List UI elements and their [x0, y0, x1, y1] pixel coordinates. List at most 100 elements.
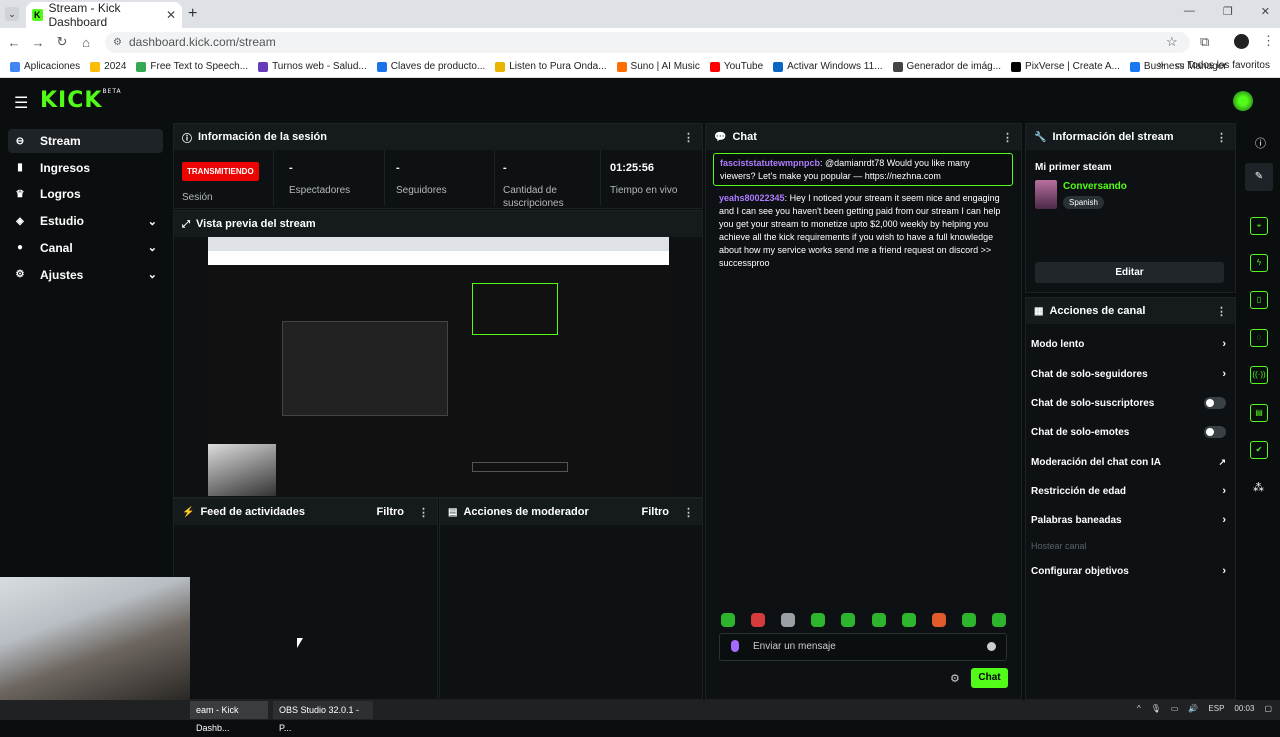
channel-action-item[interactable]: Chat de solo-seguidores › — [1031, 365, 1226, 383]
sidebar-item-ajustes[interactable]: ⚙ Ajustes ⌄ — [8, 263, 163, 287]
emote-icon[interactable] — [811, 613, 826, 627]
modactions-filter-button[interactable]: Filtro — [642, 506, 670, 518]
rail-bolt-icon[interactable]: ϟ — [1250, 254, 1268, 272]
bookmark-item[interactable]: Turnos web - Salud... — [258, 61, 367, 72]
back-icon[interactable]: ← — [2, 35, 26, 50]
rail-doc-icon[interactable]: ▯ — [1250, 291, 1268, 309]
rail-wrench-icon[interactable]: ✔ — [1250, 441, 1268, 459]
emote-icon[interactable] — [841, 613, 856, 627]
chat-menu-icon[interactable]: ⋮ — [1002, 131, 1013, 144]
close-tab-icon[interactable]: ✕ — [166, 8, 176, 22]
bookmark-item[interactable]: YouTube — [709, 61, 763, 72]
chat-input-placeholder: Enviar un mensaje — [753, 641, 836, 652]
activity-menu-icon[interactable]: ⋮ — [418, 506, 429, 519]
chat-input[interactable]: Enviar un mensaje — [719, 633, 1007, 661]
channel-action-item[interactable]: Restricción de edad › — [1031, 482, 1226, 500]
channel-action-item[interactable]: Modo lento › — [1031, 335, 1226, 353]
chat-username[interactable]: yeahs80022345 — [719, 193, 785, 203]
bookmark-item[interactable]: Activar Windows 11... — [773, 61, 883, 72]
restore-icon[interactable]: ❐ — [1223, 5, 1233, 18]
new-tab-icon[interactable]: + — [188, 5, 197, 23]
user-avatar[interactable] — [1233, 91, 1253, 111]
emote-icon[interactable] — [721, 613, 735, 627]
chevron-right-icon: › — [1222, 338, 1226, 350]
minimize-icon[interactable]: — — [1184, 5, 1195, 18]
stream-preview-video[interactable] — [208, 237, 669, 496]
profile-avatar[interactable] — [1234, 34, 1249, 49]
emote-icon[interactable] — [751, 613, 766, 627]
channel-action-item[interactable]: Configurar objetivos › — [1031, 562, 1226, 580]
more-bookmarks-icon[interactable]: » — [1158, 59, 1164, 71]
modactions-menu-icon[interactable]: ⋮ — [683, 506, 694, 519]
kick-logo[interactable]: KICKBETA — [40, 88, 122, 113]
sidebar-item-estudio[interactable]: ◈ Estudio ⌄ — [8, 209, 163, 233]
all-bookmarks-folder[interactable]: ▭ Todos los favoritos — [1175, 60, 1270, 71]
edit-stream-button[interactable]: Editar — [1035, 262, 1224, 283]
emote-icon[interactable] — [961, 613, 976, 627]
rail-broadcast-icon[interactable]: ((·)) — [1250, 366, 1268, 384]
sidebar-item-logros[interactable]: ♛ Logros — [8, 182, 163, 206]
toggle-switch[interactable] — [1204, 426, 1226, 438]
emote-icon[interactable] — [781, 613, 796, 627]
mic-tray-icon[interactable]: 🎙 — [1151, 704, 1161, 713]
language-indicator[interactable]: ESP — [1208, 704, 1224, 713]
tab-list-icon[interactable]: ⌄ — [5, 7, 19, 21]
extensions-icon[interactable]: ⧉ — [1200, 34, 1209, 50]
site-info-icon[interactable]: ⚙ — [113, 32, 122, 53]
taskbar-obs[interactable]: OBS Studio 32.0.1 - P... — [273, 701, 373, 733]
bookmark-star-icon[interactable]: ☆ — [1166, 34, 1178, 50]
bookmark-item[interactable]: Generador de imág... — [892, 61, 1001, 72]
rail-layout-icon[interactable]: ▤ — [1250, 404, 1268, 422]
browser-menu-icon[interactable]: ⋮ — [1262, 33, 1275, 49]
channel-action-item[interactable]: Palabras baneadas › — [1031, 511, 1226, 529]
home-icon[interactable]: ⌂ — [74, 35, 98, 50]
stream-category[interactable]: Conversando — [1063, 181, 1127, 192]
sidebar-item-ingresos[interactable]: ▮ Ingresos — [8, 156, 163, 180]
info-rail-icon[interactable]: ⓘ — [1255, 135, 1266, 151]
stream-info-menu-icon[interactable]: ⋮ — [1216, 131, 1227, 144]
bookmark-item[interactable]: 2024 — [90, 61, 126, 72]
bookmark-item[interactable]: PixVerse | Create A... — [1011, 61, 1120, 72]
emote-icon[interactable] — [931, 613, 946, 627]
forward-icon[interactable]: → — [26, 35, 50, 50]
category-thumbnail[interactable] — [1035, 180, 1057, 209]
channel-action-item[interactable]: Chat de solo-suscriptores — [1031, 394, 1226, 412]
emoji-icon[interactable] — [987, 642, 996, 651]
notification-icon[interactable]: ▢ — [1264, 704, 1272, 713]
edit-pencil-icon[interactable]: ✎ — [1245, 163, 1273, 191]
rail-chat-icon[interactable]: ◌ — [1250, 329, 1268, 347]
bookmark-item[interactable]: Claves de producto... — [376, 61, 485, 72]
network-icon[interactable]: ▭ — [1171, 704, 1179, 713]
activity-filter-button[interactable]: Filtro — [377, 506, 405, 518]
emote-icon[interactable] — [871, 613, 886, 627]
taskbar-browser[interactable]: eam - Kick Dashb... — [190, 701, 268, 733]
sidebar-item-stream[interactable]: ⊖ Stream — [8, 129, 163, 153]
bookmark-item[interactable]: Aplicaciones — [10, 61, 80, 72]
sidebar-item-canal[interactable]: ● Canal ⌄ — [8, 236, 163, 260]
emote-icon[interactable] — [991, 613, 1006, 627]
volume-icon[interactable]: 🔊 — [1188, 704, 1198, 713]
session-menu-icon[interactable]: ⋮ — [683, 131, 694, 144]
rail-dots-icon[interactable]: ⁂ — [1253, 481, 1264, 494]
close-window-icon[interactable]: ✕ — [1261, 5, 1270, 18]
bookmark-item[interactable]: Free Text to Speech... — [136, 61, 248, 72]
reload-icon[interactable]: ↻ — [50, 34, 74, 50]
bookmark-item[interactable]: Listen to Pura Onda... — [495, 61, 607, 72]
clock[interactable]: 00:03 — [1234, 704, 1254, 713]
pinned-message[interactable]: fasciststatutewmpnpcb: @damianrdt78 Woul… — [713, 153, 1013, 186]
toggle-switch[interactable] — [1204, 397, 1226, 409]
pinned-username[interactable]: fasciststatutewmpnpcb — [720, 158, 820, 168]
bookmark-item[interactable]: Suno | AI Music — [616, 61, 700, 72]
url-field[interactable]: ⚙ dashboard.kick.com/stream — [105, 32, 1190, 53]
tray-arrow-icon[interactable]: ^ — [1137, 704, 1141, 713]
channel-actions-menu-icon[interactable]: ⋮ — [1216, 305, 1227, 318]
microphone-icon[interactable] — [731, 640, 739, 652]
send-chat-button[interactable]: Chat — [971, 668, 1008, 688]
browser-tab[interactable]: K Stream - Kick Dashboard ✕ — [26, 1, 182, 29]
channel-action-item[interactable]: Chat de solo-emotes — [1031, 423, 1226, 441]
channel-action-item[interactable]: Moderación del chat con IA ↗ — [1031, 453, 1226, 471]
rail-scan-icon[interactable]: ⌖ — [1250, 217, 1268, 235]
chat-settings-icon[interactable]: ⚙ — [950, 672, 960, 685]
menu-icon[interactable]: ☰ — [14, 93, 28, 113]
emote-icon[interactable] — [901, 613, 916, 627]
